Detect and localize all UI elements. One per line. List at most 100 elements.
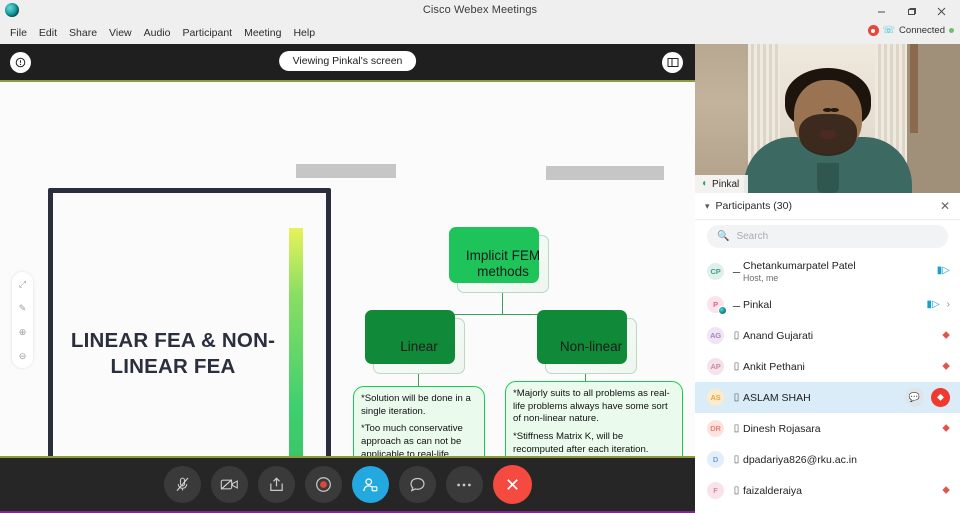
nonlinear-bullet-1: *Majorly suits to all problems as real-l… <box>513 388 670 425</box>
list-item[interactable]: AP ▯ Ankit Pethani ⬥ <box>695 351 960 382</box>
participant-name: dpadariya826@rku.ac.in <box>743 453 857 466</box>
list-item[interactable]: AS ▯ ASLAM SHAH 💬 ⬥ <box>695 382 960 413</box>
search-icon: 🔍 <box>717 230 730 242</box>
phone-icon: ▯ <box>733 360 740 372</box>
mute-button[interactable] <box>163 466 201 503</box>
more-button[interactable] <box>445 466 483 503</box>
info-icon[interactable] <box>10 52 31 73</box>
close-icon[interactable]: ✕ <box>940 199 950 213</box>
participants-button[interactable] <box>351 466 389 503</box>
shared-content-stage: Viewing Pinkal's screen LINEAR FEA & NON… <box>0 44 695 513</box>
camera-icon[interactable]: ▮▷ <box>926 299 939 310</box>
list-item[interactable]: H ▯ hityadariya555 ⬥ <box>695 506 960 513</box>
record-button[interactable] <box>304 466 342 503</box>
shared-screen-slide[interactable]: LINEAR FEA & NON-LINEAR FEA Implicit FEM… <box>0 80 695 500</box>
participant-name: Chetankumarpatel Patel <box>743 259 856 272</box>
mic-off-icon[interactable]: ⬥ <box>942 330 950 341</box>
chat-button[interactable] <box>398 466 436 503</box>
participant-name: Anand Gujarati <box>743 329 814 342</box>
avatar: AS <box>707 389 724 406</box>
mic-off-icon[interactable]: ⬥ <box>942 423 950 434</box>
participant-name: faizalderaiya <box>743 484 802 497</box>
avatar: AG <box>707 327 724 344</box>
list-item[interactable]: CP ⚊ Chetankumarpatel Patel Host, me ▮▷ <box>695 253 960 289</box>
flow-node-root-label: Implicit FEM methods <box>465 247 541 279</box>
menu-item-meeting[interactable]: Meeting <box>238 25 287 41</box>
connection-status: ☏ Connected <box>867 25 954 36</box>
participant-name: Dinesh Rojasara <box>743 422 821 435</box>
participants-list[interactable]: CP ⚊ Chetankumarpatel Patel Host, me ▮▷ … <box>695 253 960 513</box>
avatar: D <box>707 451 724 468</box>
annotation-tool-rail: ⤢ ✎ ⊕ ⊖ <box>12 272 33 368</box>
list-item[interactable]: DR ▯ Dinesh Rojasara ⬥ <box>695 413 960 444</box>
menu-item-share[interactable]: Share <box>63 25 103 41</box>
avatar: DR <box>707 420 724 437</box>
flow-node-linear: Linear <box>365 310 465 374</box>
connection-status-label: Connected <box>899 25 945 36</box>
close-button[interactable] <box>926 2 956 20</box>
video-participant-name: Pinkal <box>712 178 740 190</box>
layout-icon[interactable] <box>662 52 683 73</box>
presenting-indicator-icon <box>718 306 727 315</box>
participant-name: Pinkal <box>743 298 772 311</box>
search-box[interactable]: 🔍 <box>707 225 948 248</box>
participant-role: Host, me <box>743 272 779 283</box>
recording-indicator-icon[interactable] <box>867 25 879 36</box>
menu-item-edit[interactable]: Edit <box>33 25 63 41</box>
nonlinear-bullet-2: *Stiffness Matrix K, will be recomputed … <box>513 430 649 455</box>
list-item[interactable]: D ▯ dpadariya826@rku.ac.in <box>695 444 960 475</box>
chat-icon[interactable]: 💬 <box>905 388 924 407</box>
placeholder-bar-left <box>296 164 396 178</box>
flow-node-nonlinear-label: Non-linear <box>559 338 623 354</box>
avatar: AP <box>707 358 724 375</box>
placeholder-bar-right <box>546 166 664 180</box>
viewing-screen-banner[interactable]: Viewing Pinkal's screen <box>278 51 417 71</box>
mic-off-icon[interactable]: ⬥ <box>942 361 950 372</box>
phone-icon: ▯ <box>733 422 740 434</box>
zoom-out-icon[interactable]: ⊖ <box>19 351 27 361</box>
mic-off-icon[interactable]: ⬥ <box>931 388 950 407</box>
mic-off-icon[interactable]: ⬥ <box>942 485 950 496</box>
annotate-pen-icon[interactable]: ✎ <box>19 303 27 313</box>
avatar: F <box>707 482 724 499</box>
list-item[interactable]: AG ▯ Anand Gujarati ⬥ <box>695 320 960 351</box>
share-button[interactable] <box>257 466 295 503</box>
chevron-down-icon[interactable]: ▾ <box>705 201 710 212</box>
minimize-button[interactable] <box>866 2 896 20</box>
zoom-in-icon[interactable]: ⊕ <box>19 327 27 337</box>
video-button[interactable] <box>210 466 248 503</box>
maximize-button[interactable] <box>896 2 926 20</box>
menu-item-view[interactable]: View <box>103 25 138 41</box>
window-title: Cisco Webex Meetings <box>422 4 538 16</box>
search-input[interactable] <box>736 231 938 242</box>
active-speaker-video[interactable]: ◖ Pinkal <box>695 44 960 193</box>
connector-root-vertical <box>502 293 504 315</box>
linear-bullet-1: *Solution will be done in a single itera… <box>361 393 471 417</box>
participant-name: Ankit Pethani <box>743 360 805 373</box>
headset-icon: ⚊ <box>732 265 741 276</box>
phone-audio-icon[interactable]: ☏ <box>883 25 896 36</box>
participants-panel-title: Participants (30) <box>715 200 792 212</box>
list-item[interactable]: P ⚊ Pinkal ▮▷ › <box>695 289 960 320</box>
connection-quality-dot <box>949 28 954 33</box>
window-controls <box>866 2 956 20</box>
slide-title: LINEAR FEA & NON-LINEAR FEA <box>70 329 276 378</box>
flow-node-linear-label: Linear <box>400 338 438 354</box>
phone-icon: ▯ <box>733 484 740 496</box>
fit-to-screen-icon[interactable]: ⤢ <box>19 279 26 289</box>
menu-item-audio[interactable]: Audio <box>138 25 177 41</box>
title-bar: Cisco Webex Meetings <box>0 0 960 22</box>
menu-item-participant[interactable]: Participant <box>176 25 238 41</box>
menu-item-file[interactable]: File <box>4 25 33 41</box>
camera-icon[interactable]: ▮▷ <box>937 266 950 276</box>
chevron-right-icon[interactable]: › <box>947 299 950 310</box>
menu-item-help[interactable]: Help <box>287 25 321 41</box>
headset-icon: ⚊ <box>732 298 741 310</box>
stage-top-bar: Viewing Pinkal's screen <box>0 44 695 80</box>
participants-panel-header: ▾ Participants (30) ✕ <box>695 193 960 220</box>
end-meeting-button[interactable] <box>492 465 532 504</box>
slide-top-border <box>0 80 695 82</box>
participants-search-wrap: 🔍 <box>695 220 960 253</box>
list-item[interactable]: F ▯ faizalderaiya ⬥ <box>695 475 960 506</box>
right-panel: ◖ Pinkal ▾ Participants (30) ✕ 🔍 CP ⚊ <box>695 44 960 513</box>
